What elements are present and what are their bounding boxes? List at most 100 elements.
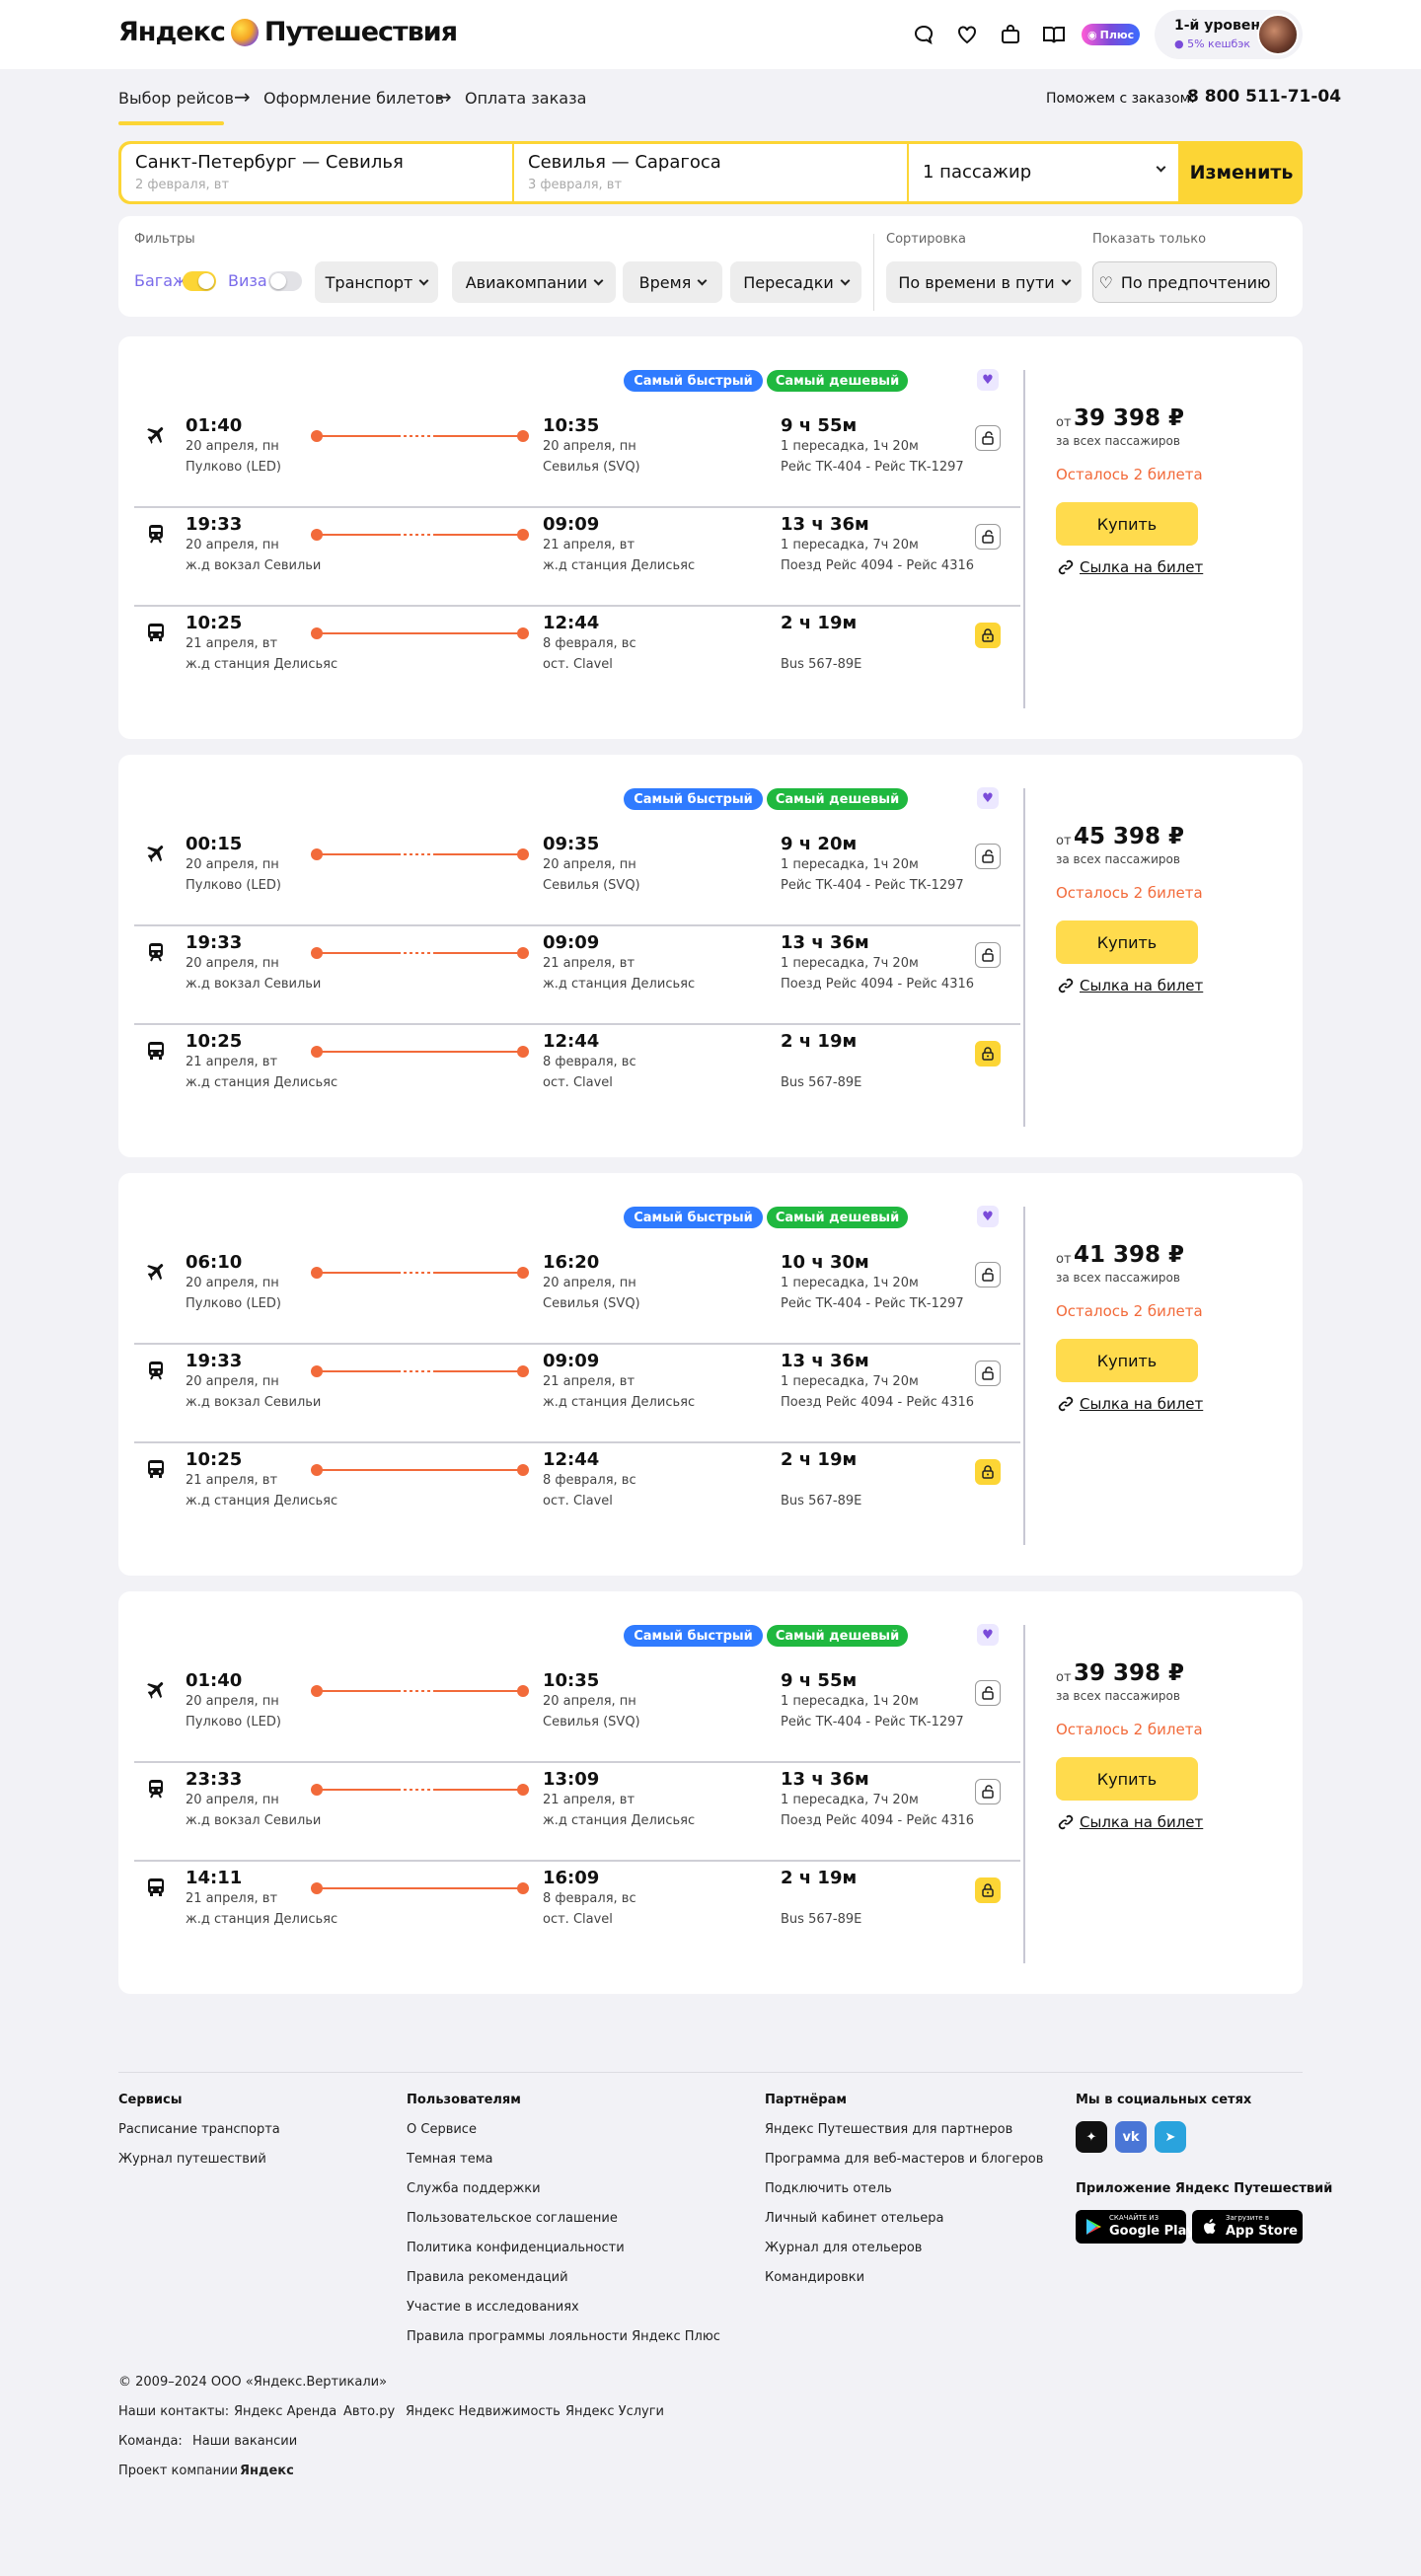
ticket-link[interactable]: Сылка на билет [1058,1813,1203,1831]
footer-link[interactable]: Яндекс Путешествия для партнеров [765,2122,1012,2137]
orders-bag-icon[interactable] [998,22,1023,47]
route-end-dot [517,848,529,860]
lock-open-icon[interactable] [975,425,1001,451]
baggage-toggle[interactable] [183,271,216,291]
footer-link[interactable]: Программа для веб-мастеров и блогеров [765,2152,1043,2167]
footer-link[interactable]: Личный кабинет отельера [765,2211,943,2226]
logo[interactable]: Яндекс Путешествия [118,17,458,47]
price-from-label: от [1056,415,1072,430]
lock-closed-icon[interactable] [975,1459,1001,1485]
airlines-filter[interactable]: Авиакомпании [452,261,616,303]
contact-link[interactable]: Яндекс Недвижимость [406,2404,561,2419]
price-subtitle: за всех пассажиров [1056,434,1180,448]
arrow-right-icon: → [435,85,452,109]
lock-closed-icon[interactable] [975,1041,1001,1067]
duration: 2 ч 19м [781,1868,858,1888]
bus-icon [144,621,168,644]
google-play-button[interactable]: СКАЧАЙТЕ ИЗ Google Play [1076,2210,1194,2244]
lock-closed-icon[interactable] [975,1877,1001,1903]
contact-link[interactable]: Яндекс Услуги [565,2404,664,2419]
change-search-button[interactable]: Изменить [1180,141,1303,204]
lock-closed-icon[interactable] [975,623,1001,648]
lock-open-icon[interactable] [975,1779,1001,1804]
departure-time: 19:33 [186,932,243,953]
bus-icon [144,1039,168,1063]
departure-date: 21 апреля, вт [186,636,278,651]
buy-button[interactable]: Купить [1056,502,1198,546]
departure-time: 01:40 [186,1670,243,1691]
ticket-link[interactable]: Сылка на билет [1058,558,1203,576]
favorite-heart-icon[interactable]: ♥ [977,1206,999,1227]
footer-link[interactable]: Политика конфиденциальности [407,2241,625,2255]
user-profile[interactable]: 1-й уровень ● 5% кешбэк [1155,10,1303,59]
avatar[interactable] [1257,14,1299,55]
step-payment[interactable]: Оплата заказа [465,89,586,108]
step-tickets[interactable]: Оформление билетов [263,89,444,108]
route-end-dot [517,1365,529,1377]
vacancies-link[interactable]: Наши вакансии [192,2434,297,2449]
journal-book-icon[interactable] [1041,22,1067,47]
tickets-left: Осталось 2 билета [1056,1721,1203,1738]
plus-icon: ◉ [1087,28,1097,41]
ticket-link[interactable]: Сылка на билет [1058,1395,1203,1413]
yandex-brand[interactable]: Яндекс [240,2464,294,2478]
route-2-date: 3 февраля, вт [528,178,623,192]
route-field-2[interactable]: Севилья — Сарагоса 3 февраля, вт [514,144,907,201]
footer-link[interactable]: Служба поддержки [407,2181,541,2196]
footer-link[interactable]: Расписание транспорта [118,2122,280,2137]
footer-link[interactable]: Пользовательское соглашение [407,2211,618,2226]
footer-link[interactable]: Темная тема [407,2152,493,2167]
buy-button[interactable]: Купить [1056,1339,1198,1382]
lock-open-icon[interactable] [975,942,1001,968]
chat-icon[interactable] [911,22,936,47]
buy-button[interactable]: Купить [1056,1757,1198,1801]
contact-link[interactable]: Яндекс Аренда [234,2404,337,2419]
footer-link[interactable]: Правила рекомендаций [407,2270,568,2285]
help-phone[interactable]: 8 800 511-71-04 [1187,87,1341,107]
favorite-heart-icon[interactable]: ♥ [977,787,999,809]
telegram-icon[interactable]: ➤ [1155,2121,1186,2153]
favorites-heart-icon[interactable] [954,22,980,47]
route-start-dot [311,947,323,959]
dzen-icon[interactable]: ✦ [1076,2121,1107,2153]
visa-toggle[interactable] [268,271,302,291]
arrival-place: Севилья (SVQ) [543,1296,640,1311]
footer-link[interactable]: Подключить отель [765,2181,892,2196]
departure-time: 19:33 [186,514,243,535]
footer-link[interactable]: Командировки [765,2270,864,2285]
duration: 13 ч 36м [781,1769,869,1790]
route-start-dot [311,529,323,541]
departure-date: 20 апреля, пн [186,956,279,971]
ticket-link[interactable]: Сылка на билет [1058,977,1203,994]
cashback-label: ● 5% кешбэк [1174,37,1250,50]
step-flights[interactable]: Выбор рейсов [118,89,234,108]
transport-filter[interactable]: Транспорт [315,261,438,303]
app-store-button[interactable]: Загрузите в App Store [1192,2210,1303,2244]
globe-icon [230,18,259,46]
heart-icon: ♡ [1098,272,1113,292]
contact-link[interactable]: Авто.ру [343,2404,395,2419]
favorite-heart-icon[interactable]: ♥ [977,1624,999,1646]
vk-icon[interactable]: vk [1115,2121,1147,2153]
footer-link[interactable]: Журнал путешествий [118,2152,266,2167]
footer-link[interactable]: Правила программы лояльности Яндекс Плюс [407,2329,720,2344]
footer-link[interactable]: Участие в исследованиях [407,2300,579,2315]
arrival-date: 8 февраля, вс [543,636,636,651]
preference-button[interactable]: ♡ По предпочтению [1092,261,1277,303]
footer-link[interactable]: О Сервисе [407,2122,477,2137]
lock-open-icon[interactable] [975,1361,1001,1386]
time-filter[interactable]: Время [623,261,722,303]
footer-link[interactable]: Журнал для отельеров [765,2241,922,2255]
favorite-heart-icon[interactable]: ♥ [977,369,999,391]
lock-open-icon[interactable] [975,1680,1001,1706]
lock-open-icon[interactable] [975,844,1001,869]
transfers-filter[interactable]: Пересадки [730,261,861,303]
lock-open-icon[interactable] [975,1262,1001,1288]
passengers-select[interactable]: 1 пассажир [909,144,1178,201]
plus-badge[interactable]: ◉ Плюс [1082,24,1141,45]
route-field-1[interactable]: Санкт-Петербург — Севилья 2 февраля, вт [121,144,512,201]
buy-button[interactable]: Купить [1056,920,1198,964]
sort-select[interactable]: По времени в пути [886,261,1082,303]
departure-time: 10:25 [186,1031,243,1052]
lock-open-icon[interactable] [975,524,1001,550]
